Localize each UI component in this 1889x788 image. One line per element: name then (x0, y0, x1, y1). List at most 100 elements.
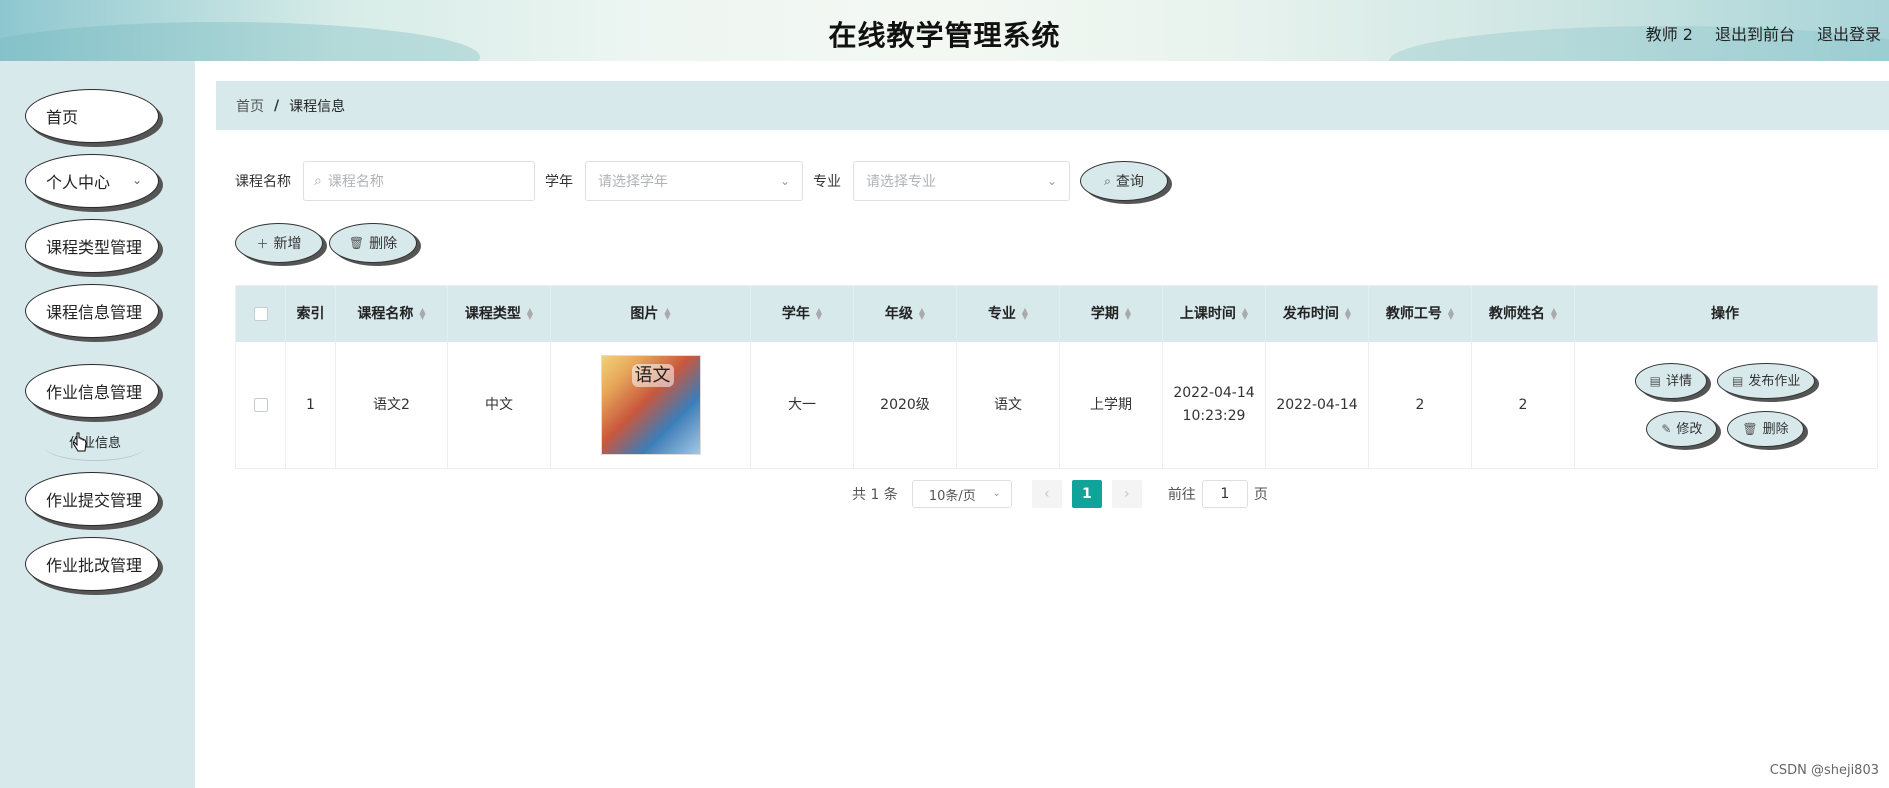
edit-button[interactable]: ✎ 修改 (1646, 411, 1718, 447)
sidebar-item-label: 作业信息管理 (46, 383, 143, 402)
header-label: 课程类型 (464, 305, 521, 322)
query-button[interactable]: ⌕ 查询 (1080, 161, 1168, 201)
sidebar-item-label: 首页 (46, 108, 79, 127)
class-time-time: 10:23:29 (1182, 408, 1246, 424)
sort-icon[interactable]: ▲ ▼ (664, 307, 670, 321)
sidebar-item-homework-grading[interactable]: 作业批改管理 (25, 537, 159, 591)
header-class-time[interactable]: 上课时间 ▲ ▼ (1163, 286, 1266, 342)
header-year[interactable]: 学年 ▲ ▼ (751, 286, 854, 342)
table-header-row: 索引 课程名称 ▲ ▼ 课程类型 ▲ ▼ 图片 ▲ ▼ 学年 ▲ ▼ 年级 ▲ ▼ 专业 ▲ ▼ 学期 ▲… (236, 286, 1877, 342)
goto-label: 前往 (1167, 487, 1196, 503)
logout-link[interactable]: 退出登录 (1817, 21, 1881, 45)
cell-publish-time: 2022-04-14 (1266, 342, 1369, 468)
header-index: 索引 (286, 286, 336, 342)
sidebar-item-label: 课程信息管理 (46, 303, 143, 322)
hand-cursor-icon (73, 432, 87, 452)
major-label: 专业 (813, 174, 841, 190)
header-label: 图片 (630, 305, 659, 322)
trash-icon: 🗑 (1742, 421, 1758, 436)
add-button[interactable]: ＋ 新增 (235, 223, 323, 263)
header-label: 操作 (1711, 305, 1739, 322)
page-size-select[interactable]: 10条/页 ⌄ (911, 480, 1012, 508)
cell-grade: 2020级 (854, 342, 957, 468)
sort-icon[interactable]: ▲ ▼ (1125, 307, 1131, 321)
sidebar-item-label: 课程类型管理 (46, 238, 143, 257)
next-page-button[interactable]: › (1111, 480, 1142, 508)
sort-icon[interactable]: ▲ ▼ (527, 307, 533, 321)
sort-icon[interactable]: ▲ ▼ (1448, 307, 1454, 321)
sort-icon[interactable]: ▲ ▼ (919, 307, 925, 321)
course-table: 索引 课程名称 ▲ ▼ 课程类型 ▲ ▼ 图片 ▲ ▼ 学年 ▲ ▼ 年级 ▲ ▼ 专业 ▲ ▼ 学期 ▲… (235, 285, 1878, 469)
sidebar-item-course-type[interactable]: 课程类型管理 (25, 219, 159, 273)
total-count: 共 1 条 (852, 487, 898, 503)
breadcrumb-separator: / (274, 97, 280, 114)
breadcrumb-home[interactable]: 首页 (236, 96, 264, 116)
header-image[interactable]: 图片 ▲ ▼ (551, 286, 751, 342)
current-user-label: 教师 2 (1645, 25, 1693, 44)
sort-icon[interactable]: ▲ ▼ (1345, 307, 1351, 321)
header-term[interactable]: 学期 ▲ ▼ (1060, 286, 1163, 342)
header-teacher-id[interactable]: 教师工号 ▲ ▼ (1369, 286, 1472, 342)
sidebar-subitem-homework-info[interactable]: 作业信息 (44, 431, 146, 461)
header-course-name[interactable]: 课程名称 ▲ ▼ (336, 286, 448, 342)
cell-index: 1 (286, 342, 336, 468)
prev-page-button[interactable]: ‹ (1031, 480, 1062, 508)
publish-homework-button[interactable]: ▤ 发布作业 (1717, 363, 1816, 399)
document-icon: ▤ (1732, 373, 1744, 388)
header-teacher-name[interactable]: 教师姓名 ▲ ▼ (1472, 286, 1575, 342)
sort-icon[interactable]: ▲ ▼ (419, 307, 425, 321)
cell-image: 语文 (551, 342, 751, 468)
header-label: 专业 (987, 305, 1016, 322)
watermark: CSDN @sheji803 (1769, 763, 1879, 778)
row-checkbox-cell[interactable] (236, 342, 286, 468)
sidebar-item-label: 作业批改管理 (46, 556, 143, 575)
detail-button[interactable]: ▤ 详情 (1634, 363, 1707, 399)
publish-homework-label: 发布作业 (1748, 373, 1801, 389)
goto-page-input[interactable]: 1 (1201, 480, 1248, 508)
header-label: 课程名称 (357, 305, 414, 322)
sort-icon[interactable]: ▲ ▼ (1242, 307, 1248, 321)
class-time-date: 2022-04-14 (1173, 385, 1255, 401)
sort-icon[interactable]: ▲ ▼ (1551, 307, 1557, 321)
sort-icon[interactable]: ▲ ▼ (1022, 307, 1028, 321)
chevron-down-icon: ⌄ (1046, 174, 1057, 188)
cell-term: 上学期 (1060, 342, 1163, 468)
select-all-checkbox[interactable] (253, 307, 268, 321)
cell-course-type: 中文 (448, 342, 551, 468)
select-all-checkbox-cell[interactable] (236, 286, 286, 342)
major-select[interactable]: 请选择专业 ⌄ (853, 161, 1070, 201)
course-name-placeholder: 课程名称 (327, 174, 384, 190)
page-number-active[interactable]: 1 (1071, 480, 1102, 508)
sort-icon[interactable]: ▲ ▼ (816, 307, 822, 321)
header-operations: 操作 (1575, 286, 1875, 342)
course-cover-image[interactable]: 语文 (600, 355, 701, 455)
sidebar-item-home[interactable]: 首页 (25, 89, 159, 143)
batch-delete-button[interactable]: 🗑 删除 (329, 223, 417, 263)
header-grade[interactable]: 年级 ▲ ▼ (854, 286, 957, 342)
sidebar-item-homework-submit[interactable]: 作业提交管理 (25, 472, 159, 526)
year-select[interactable]: 请选择学年 ⌄ (585, 161, 803, 201)
chevron-right-icon: › (1124, 486, 1130, 502)
edit-button-label: 修改 (1676, 421, 1703, 437)
cell-course-name: 语文2 (336, 342, 448, 468)
course-name-input[interactable]: ⌕ 课程名称 (303, 161, 535, 201)
row-checkbox[interactable] (253, 398, 268, 412)
page-size-value: 10条/页 (928, 488, 976, 504)
edit-icon: ✎ (1661, 421, 1672, 436)
search-bar: 课程名称 ⌕ 课程名称 学年 请选择学年 ⌄ 专业 请选择专业 ⌄ ⌕ 查询 (235, 161, 1168, 201)
sidebar-item-homework-info[interactable]: 作业信息管理 (25, 364, 159, 418)
search-icon: ⌕ (314, 173, 322, 189)
header-course-type[interactable]: 课程类型 ▲ ▼ (448, 286, 551, 342)
row-delete-button[interactable]: 🗑 删除 (1727, 411, 1804, 447)
header-major[interactable]: 专业 ▲ ▼ (957, 286, 1060, 342)
sidebar: 首页 个人中心 ⌄ 课程类型管理 课程信息管理 作业信息管理 作业信息 作业提交管… (0, 61, 195, 788)
header-label: 教师工号 (1385, 305, 1442, 322)
back-to-front-link[interactable]: 退出到前台 (1715, 21, 1795, 45)
sidebar-item-course-info[interactable]: 课程信息管理 (25, 284, 159, 338)
sidebar-item-personal-center[interactable]: 个人中心 ⌄ (25, 154, 159, 208)
year-placeholder: 请选择学年 (598, 174, 668, 190)
document-icon: ▤ (1649, 373, 1661, 388)
major-placeholder: 请选择专业 (866, 174, 936, 190)
header-publish-time[interactable]: 发布时间 ▲ ▼ (1266, 286, 1369, 342)
table-row: 1 语文2 中文 语文 大一 2020级 语文 上学期 2022-04-14 1… (236, 342, 1877, 468)
